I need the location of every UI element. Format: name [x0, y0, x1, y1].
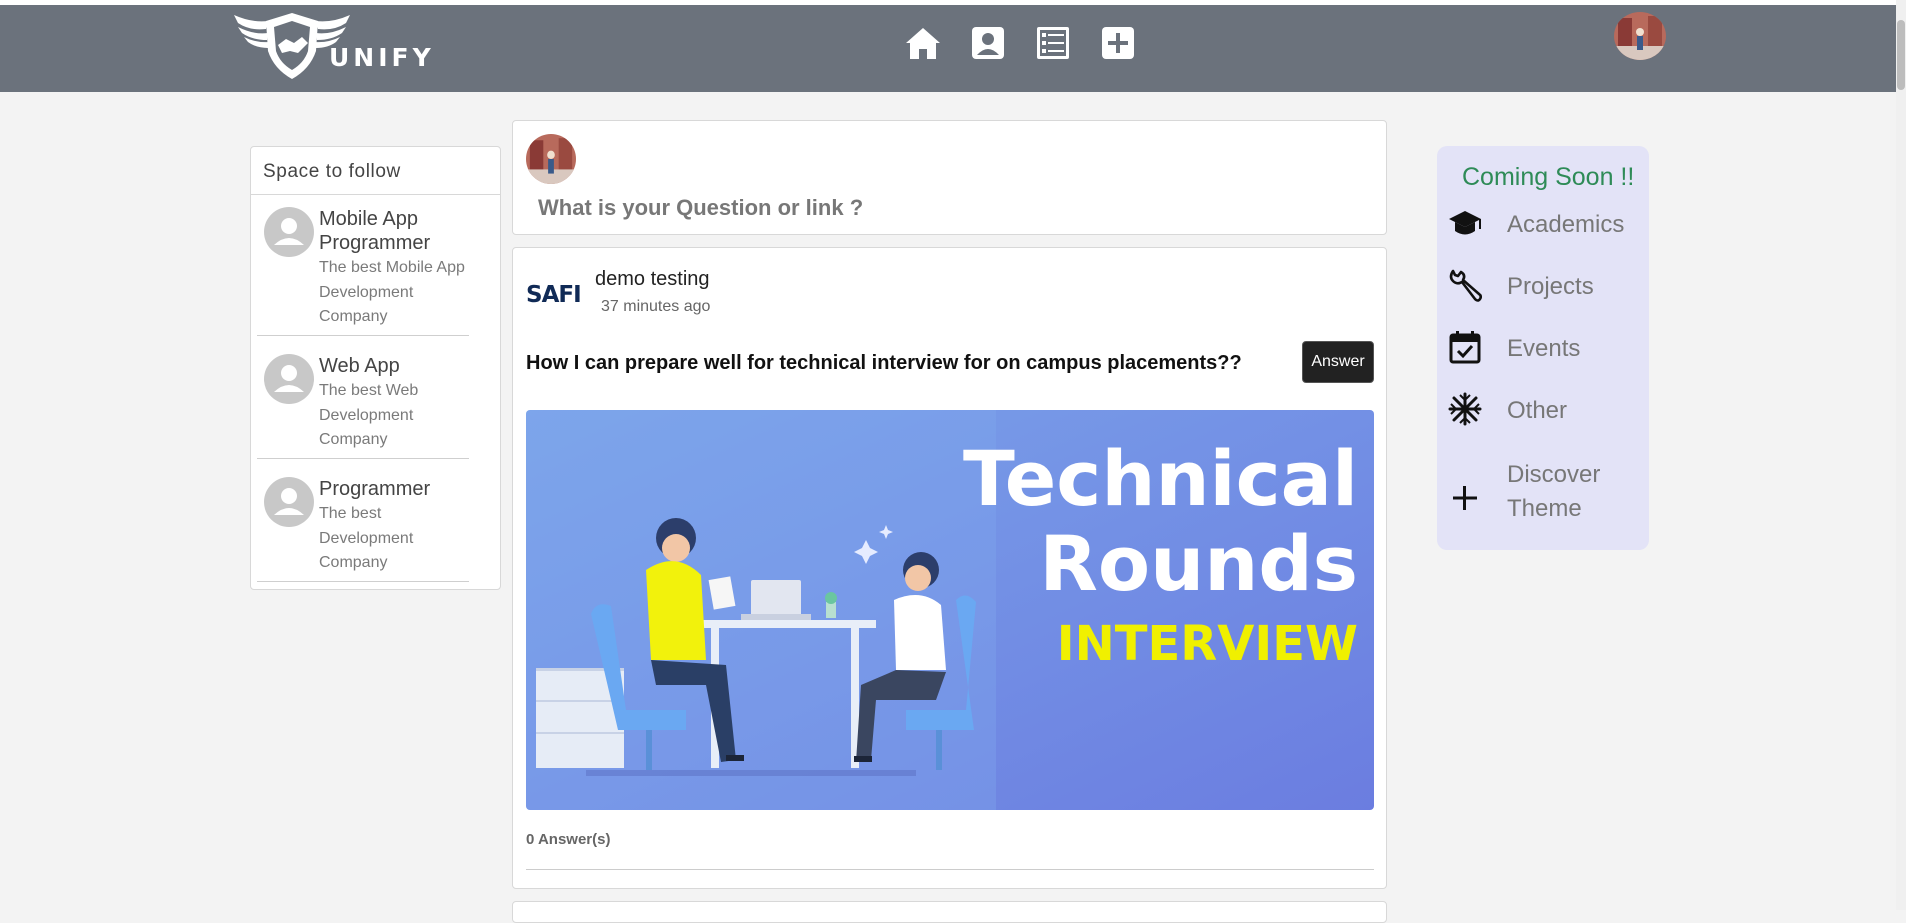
- divider: [257, 581, 469, 582]
- post-image: Technical Rounds INTERVIEW: [526, 410, 1374, 810]
- spaces-panel: Space to follow Mobile App Programmer Th…: [250, 146, 501, 590]
- theme-item-other[interactable]: Other: [1447, 387, 1647, 431]
- image-title-line2: Rounds: [1039, 519, 1358, 608]
- theme-label: Projects: [1507, 273, 1594, 300]
- post-author-logo: SAFI: [526, 282, 582, 308]
- theme-item-discover[interactable]: Discover Theme: [1447, 461, 1647, 540]
- post-card: SAFI demo testing 37 minutes ago How I c…: [512, 247, 1387, 889]
- user-avatar[interactable]: [1614, 12, 1666, 60]
- plus-icon: [1447, 480, 1483, 516]
- space-avatar: [264, 477, 314, 527]
- theme-item-projects[interactable]: Projects: [1447, 263, 1647, 307]
- theme-label: Other: [1507, 397, 1568, 424]
- question-input[interactable]: [538, 193, 1358, 223]
- graduation-cap-icon: [1447, 205, 1483, 241]
- space-avatar: [264, 207, 314, 257]
- list-icon[interactable]: [1034, 25, 1072, 61]
- space-item[interactable]: Mobile App Programmer The best Mobile Ap…: [257, 207, 469, 337]
- space-description: The best Development Company: [319, 505, 414, 571]
- image-title-line1: Technical: [963, 434, 1358, 523]
- post-author[interactable]: demo testing: [595, 268, 710, 291]
- divider: [526, 869, 1374, 870]
- divider: [257, 335, 469, 336]
- space-description: The best Mobile App Development Company: [319, 259, 465, 325]
- theme-item-events[interactable]: Events: [1447, 325, 1647, 369]
- space-name: Web App: [319, 355, 400, 377]
- answer-button[interactable]: Answer: [1302, 341, 1374, 383]
- divider: [257, 458, 469, 459]
- image-title-line3: INTERVIEW: [1057, 616, 1358, 672]
- space-item[interactable]: Programmer The best Development Company: [257, 477, 469, 582]
- post-timestamp: 37 minutes ago: [601, 298, 711, 315]
- home-icon[interactable]: [904, 25, 942, 61]
- scroll-thumb[interactable]: [1897, 20, 1905, 90]
- theme-item-academics[interactable]: Academics: [1447, 201, 1647, 245]
- theme-label: Discover Theme: [1507, 461, 1601, 522]
- calendar-check-icon: [1447, 329, 1483, 365]
- navbar: UNIFY: [0, 5, 1896, 92]
- brand-name: UNIFY: [329, 43, 435, 72]
- snowflake-icon: [1447, 391, 1483, 427]
- theme-label: Academics: [1507, 211, 1625, 238]
- user-avatar: [526, 134, 576, 184]
- themes-panel: Coming Soon !! Academics Projects Events…: [1437, 146, 1649, 550]
- space-name: Mobile App Programmer: [319, 208, 431, 254]
- space-item[interactable]: Web App The best Web Development Company: [257, 354, 469, 459]
- coming-soon-title: Coming Soon !!: [1462, 163, 1635, 191]
- scrollbar[interactable]: [1896, 0, 1906, 910]
- post-question[interactable]: How I can prepare well for technical int…: [526, 352, 1242, 375]
- ask-question-box: [512, 120, 1387, 235]
- space-description: The best Web Development Company: [319, 382, 419, 448]
- spaces-title: Space to follow: [263, 161, 401, 182]
- space-avatar: [264, 354, 314, 404]
- divider: [251, 194, 500, 195]
- add-icon[interactable]: [1099, 25, 1137, 61]
- answers-count[interactable]: 0 Answer(s): [526, 831, 610, 848]
- next-post-card: [512, 901, 1387, 923]
- theme-label: Events: [1507, 335, 1581, 362]
- wrench-icon: [1447, 267, 1483, 303]
- space-name: Programmer: [319, 478, 431, 500]
- profile-icon[interactable]: [969, 25, 1007, 61]
